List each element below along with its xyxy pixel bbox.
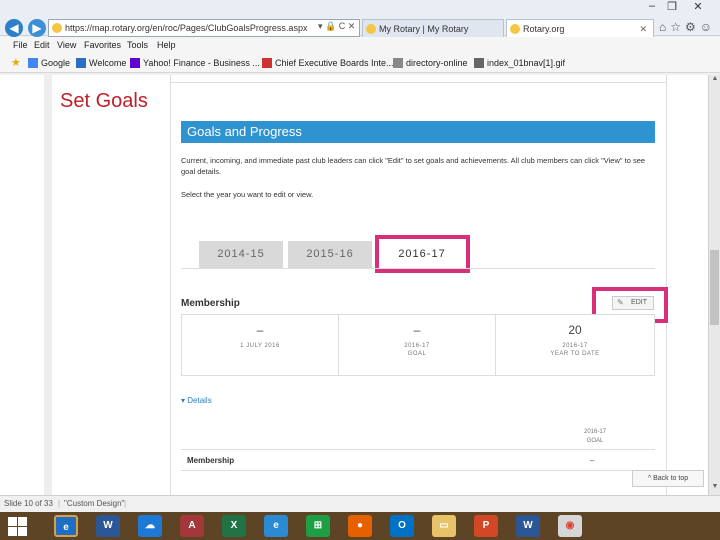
google-icon — [28, 58, 38, 68]
access-icon[interactable]: A — [180, 515, 204, 537]
gear-icon[interactable]: ⚙ — [685, 20, 700, 34]
section-header: Goals and Progress — [181, 121, 655, 143]
intro-text: Current, incoming, and immediate past cl… — [181, 156, 646, 176]
slide-left-gutter — [44, 75, 52, 495]
chrome-icon[interactable]: ◉ — [558, 515, 582, 537]
address-bar[interactable]: https://map.rotary.org/en/roc/Pages/Club… — [48, 19, 360, 37]
membership-heading: Membership — [181, 298, 240, 309]
stat-value: – — [413, 323, 421, 337]
home-icon[interactable]: ⌂ — [659, 20, 670, 34]
firefox-icon[interactable]: ● — [348, 515, 372, 537]
page-icon — [262, 58, 272, 68]
details-row-value: – — [590, 456, 595, 465]
status-divider: | — [58, 499, 61, 508]
word-icon[interactable]: W — [516, 515, 540, 537]
scroll-thumb[interactable] — [710, 250, 719, 325]
stat-july-1: – 1 JULY 2016 — [182, 315, 339, 375]
favorite-chief-executive[interactable]: Chief Executive Boards Inte... — [262, 53, 394, 73]
divider — [181, 470, 655, 471]
vertical-scrollbar[interactable]: ▲ ▼ — [708, 75, 720, 495]
scroll-up-icon[interactable]: ▲ — [710, 75, 720, 85]
scroll-down-icon[interactable]: ▼ — [710, 483, 720, 493]
status-divider: | — [124, 499, 127, 508]
browser-titlebar: – ❐ ✕ ◀ ▶ https://map.rotary.org/en/roc/… — [0, 0, 720, 37]
powerpoint-icon[interactable]: P — [474, 515, 498, 537]
menu-edit[interactable]: Edit — [34, 37, 50, 53]
back-arrow-icon[interactable]: ◀ — [5, 19, 23, 37]
close-tab-icon[interactable]: ✕ — [639, 20, 647, 37]
details-row-label: Membership — [187, 456, 235, 465]
favorite-welcome[interactable]: Welcome — [76, 53, 126, 73]
favorites-bar: ★ Google Welcome Yahoo! Finance - Busine… — [0, 53, 720, 73]
smiley-icon[interactable]: ☺ — [700, 20, 716, 34]
tab-label: Rotary.org — [523, 24, 565, 34]
minimize-icon[interactable]: – — [642, 0, 662, 12]
restore-icon[interactable]: ❐ — [662, 0, 682, 13]
excel-icon[interactable]: X — [222, 515, 246, 537]
select-year-text: Select the year you want to edit or view… — [181, 190, 314, 199]
windows-taskbar: e W ☁ A X e ⊞ ● O ▭ P W ◉ — [0, 512, 720, 540]
address-bar-icons[interactable]: ▾ 🔒 C ✕ — [318, 21, 355, 32]
stat-label: 2016-17 YEAR TO DATE — [550, 343, 600, 357]
design-name: "Custom Design" — [64, 499, 125, 508]
stat-goal: – 2016-17 GOAL — [339, 315, 496, 375]
internet-explorer-icon[interactable]: e — [54, 515, 78, 537]
page-icon — [393, 58, 403, 68]
onedrive-icon[interactable]: ☁ — [138, 515, 162, 537]
address-url: https://map.rotary.org/en/roc/Pages/Club… — [65, 23, 308, 33]
word-icon[interactable]: W — [96, 515, 120, 537]
rotary-favicon-icon — [366, 24, 376, 34]
file-explorer-icon[interactable]: ▭ — [432, 515, 456, 537]
menu-file[interactable]: File — [13, 37, 28, 53]
stat-value: – — [256, 323, 264, 337]
outlook-icon[interactable]: O — [390, 515, 414, 537]
status-bar: Slide 10 of 33 | "Custom Design" | — [0, 495, 720, 512]
close-window-icon[interactable]: ✕ — [688, 0, 708, 13]
back-to-top-button[interactable]: ^ Back to top — [632, 470, 704, 487]
menu-favorites[interactable]: Favorites — [84, 37, 121, 53]
welcome-icon — [76, 58, 86, 68]
menu-view[interactable]: View — [57, 37, 76, 53]
internet-explorer-icon[interactable]: e — [264, 515, 288, 537]
favorite-yahoo-finance[interactable]: Yahoo! Finance - Business ... — [130, 53, 260, 73]
menu-help[interactable]: Help — [157, 37, 176, 53]
rotary-favicon-icon — [510, 24, 520, 34]
tab-label: My Rotary | My Rotary — [379, 24, 469, 34]
favorites-star-icon[interactable]: ☆ — [670, 20, 685, 34]
tab-2014-15[interactable]: 2014-15 — [199, 241, 283, 268]
details-label: Details — [187, 396, 212, 405]
stat-label: 2016-17 GOAL — [404, 343, 430, 357]
browser-toolbar-icons: ⌂☆⚙☺ — [659, 20, 716, 34]
favorite-directory-online[interactable]: directory-online — [393, 53, 468, 73]
chevron-down-icon: ▾ — [181, 396, 186, 405]
tab-my-rotary[interactable]: My Rotary | My Rotary — [362, 19, 504, 37]
favorite-google[interactable]: Google — [28, 53, 70, 73]
site-favicon-icon — [52, 23, 62, 33]
divider — [170, 82, 667, 83]
yahoo-icon — [130, 58, 140, 68]
stat-label: 1 JULY 2016 — [240, 343, 280, 349]
store-icon[interactable]: ⊞ — [306, 515, 330, 537]
windows-start-icon[interactable] — [6, 515, 30, 537]
add-favorite-star-icon[interactable]: ★ — [11, 53, 21, 73]
details-toggle[interactable]: ▾ Details — [181, 396, 212, 405]
window-controls: – ❐ ✕ — [640, 0, 720, 16]
menu-tools[interactable]: Tools — [127, 37, 148, 53]
membership-stats: – 1 JULY 2016 – 2016-17 GOAL 20 2016-17 … — [181, 314, 655, 376]
forward-arrow-icon[interactable]: ▶ — [28, 19, 46, 37]
tab-2015-16[interactable]: 2015-16 — [288, 241, 372, 268]
details-column-header: 2016-17 GOAL — [583, 429, 607, 444]
slide-title: Set Goals — [60, 90, 148, 112]
stat-value: 20 — [568, 323, 582, 337]
tab-rotary-org[interactable]: Rotary.org ✕ — [506, 19, 654, 37]
browser-chrome: – ❐ ✕ ◀ ▶ https://map.rotary.org/en/roc/… — [0, 0, 720, 75]
stat-year-to-date: 20 2016-17 YEAR TO DATE — [496, 315, 654, 375]
divider — [181, 268, 655, 269]
image-icon — [474, 58, 484, 68]
slide-info: Slide 10 of 33 — [4, 499, 53, 508]
divider — [181, 449, 655, 450]
favorite-index-gif[interactable]: index_01bnav[1].gif — [474, 53, 565, 73]
menu-bar: File Edit View Favorites Tools Help — [0, 37, 720, 53]
